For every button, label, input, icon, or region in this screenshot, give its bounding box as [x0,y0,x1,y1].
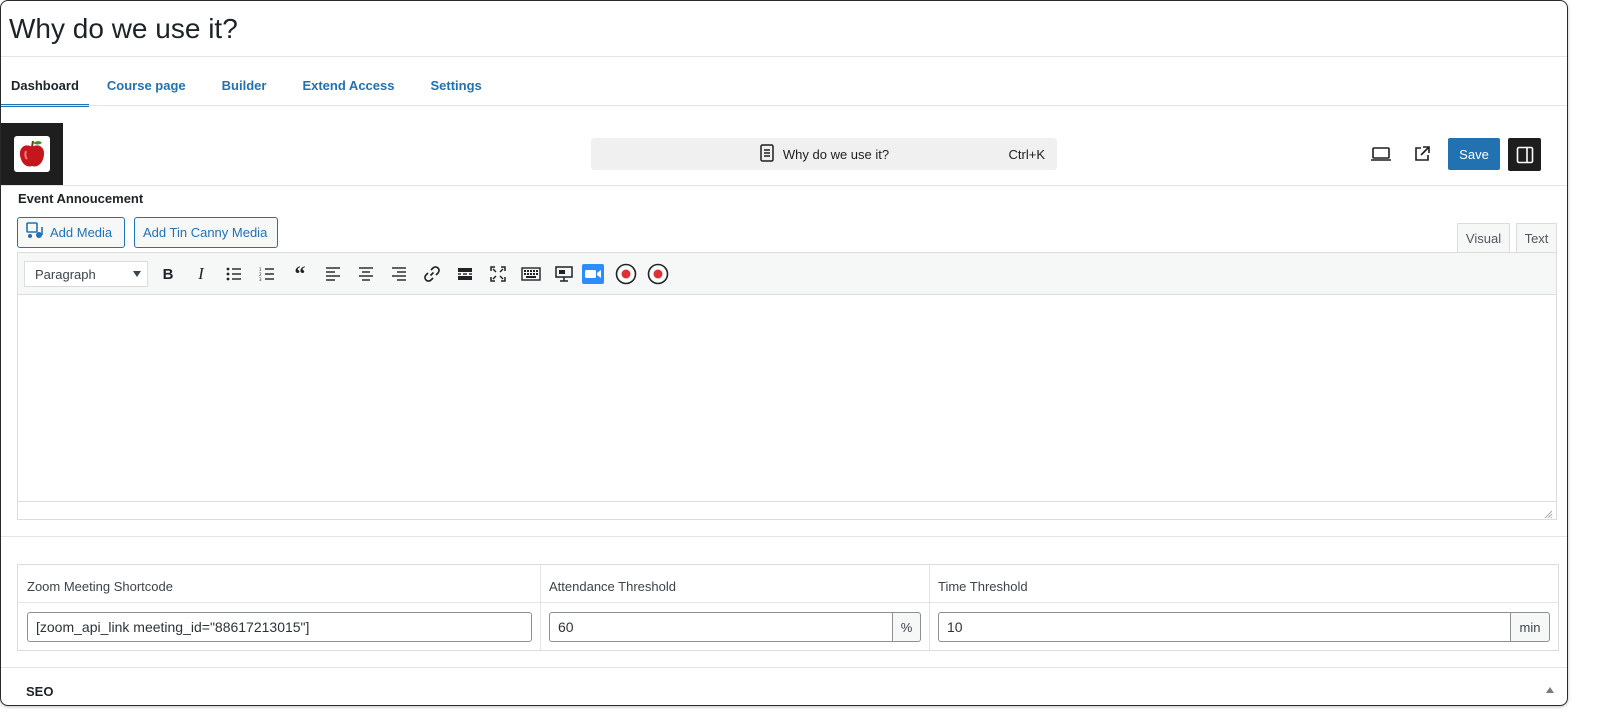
apple-icon [14,136,50,172]
zoom-settings-table: Zoom Meeting Shortcode Attendance Thresh… [17,564,1559,651]
command-palette-bar[interactable]: Why do we use it? Ctrl+K [591,138,1057,170]
divider [1,536,1567,537]
app-window: Why do we use it? Dashboard Course page … [0,0,1568,706]
read-more-icon[interactable] [453,262,477,286]
percent-unit: % [892,612,921,642]
time-threshold-label: Time Threshold [938,579,1028,594]
divider [1,667,1567,668]
divider [1,105,1567,106]
time-threshold-input[interactable]: 10 [938,612,1511,642]
media-icon [26,222,44,243]
attendance-threshold-label: Attendance Threshold [549,579,676,594]
format-select[interactable]: Paragraph [24,261,148,287]
divider [540,565,541,650]
tab-settings[interactable]: Settings [412,67,499,107]
fullscreen-icon[interactable] [486,262,510,286]
tab-dashboard[interactable]: Dashboard [1,67,89,107]
italic-icon[interactable]: I [189,262,213,286]
save-button[interactable]: Save [1448,138,1500,170]
zoom-shortcode-input[interactable]: [zoom_api_link meeting_id="88617213015"] [27,612,532,642]
section-label: Event Annoucement [18,191,144,206]
align-left-icon[interactable] [321,262,345,286]
divider [1,185,1567,186]
resize-handle-icon[interactable] [1543,506,1553,519]
editor-content-area[interactable] [18,295,1556,501]
keyboard-shortcut: Ctrl+K [1008,147,1045,162]
laptop-icon[interactable] [1369,142,1393,166]
editor-status-bar [18,501,1556,519]
format-select-value: Paragraph [35,266,96,282]
seo-section-header[interactable]: SEO [26,684,53,699]
rich-text-editor: Paragraph B I 123 “ [17,252,1557,520]
tab-builder[interactable]: Builder [204,67,285,107]
blockquote-icon[interactable]: “ [288,261,312,286]
page-title: Why do we use it? [9,13,238,44]
add-media-label: Add Media [50,225,113,240]
add-media-button[interactable]: Add Media [17,217,125,248]
sidebar-toggle-icon[interactable] [1508,138,1541,171]
numbered-list-icon[interactable]: 123 [255,262,279,286]
divider [18,602,1558,603]
bold-icon[interactable]: B [156,262,180,286]
svg-text:3: 3 [259,277,262,281]
add-tin-canny-label: Add Tin Canny Media [143,225,268,240]
divider [929,565,930,650]
record-icon[interactable] [614,262,638,286]
tab-course-page[interactable]: Course page [89,67,204,107]
minutes-unit: min [1510,612,1550,642]
add-tin-canny-media-button[interactable]: Add Tin Canny Media [134,217,278,248]
tab-visual[interactable]: Visual [1457,223,1510,252]
tab-bar: Dashboard Course page Builder Extend Acc… [1,67,500,109]
tab-extend-access[interactable]: Extend Access [284,67,412,107]
zoom-video-icon[interactable] [581,262,605,286]
record-icon[interactable] [646,262,670,286]
presentation-icon[interactable] [552,262,576,286]
align-right-icon[interactable] [387,262,411,286]
site-logo-button[interactable] [1,123,63,185]
bullet-list-icon[interactable] [222,262,246,286]
external-link-icon[interactable] [1410,142,1434,166]
editor-toolbar: Paragraph B I 123 “ [18,253,1556,295]
attendance-threshold-input[interactable]: 60 [549,612,893,642]
align-center-icon[interactable] [354,262,378,286]
chevron-down-icon [133,271,141,277]
keyboard-icon[interactable] [519,262,543,286]
link-icon[interactable] [420,262,444,286]
tab-text[interactable]: Text [1516,223,1557,252]
document-icon [759,143,775,165]
chevron-up-icon[interactable] [1546,687,1554,693]
divider [1,56,1567,57]
command-bar-title: Why do we use it? [782,146,890,162]
zoom-shortcode-label: Zoom Meeting Shortcode [27,579,173,594]
